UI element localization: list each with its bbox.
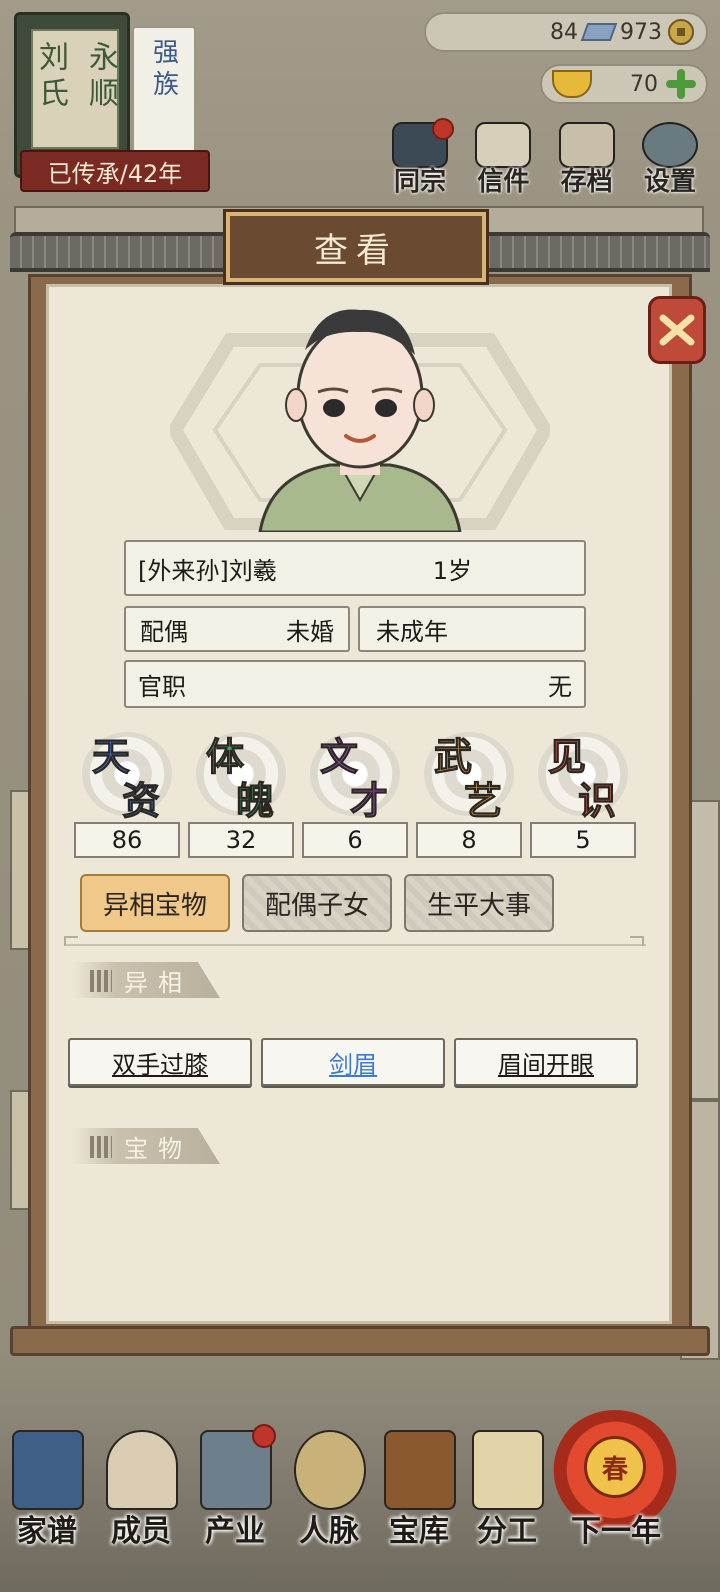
character-age: 1岁: [432, 556, 472, 585]
stat-value: 5: [530, 822, 636, 858]
family-name-label: 永顺 刘氏: [31, 29, 119, 149]
silver-ingot-icon: [580, 23, 618, 41]
coin-amount: 973: [620, 19, 662, 45]
gold-amount: 70: [630, 71, 658, 97]
family-name-line2: 刘氏: [33, 41, 68, 113]
menu-save-label: 存档: [560, 167, 613, 197]
stat-title-char: 魄: [235, 778, 275, 824]
traits-section-title: 异相: [124, 968, 192, 997]
tab-life-events[interactable]: 生平大事: [404, 874, 554, 932]
trait-button[interactable]: 剑眉: [261, 1038, 445, 1086]
adult-status: 未成年: [376, 617, 448, 646]
menu-letters-button[interactable]: 信件: [463, 118, 543, 198]
nav-treasury[interactable]: 宝库: [374, 1420, 464, 1550]
name-age-field: [外来孙]刘羲 1岁: [124, 540, 586, 596]
silver-amount: 84: [550, 19, 578, 45]
member-icon: [106, 1430, 178, 1510]
gold-bar: 70: [540, 64, 708, 104]
spouse-label: 配偶: [140, 617, 188, 646]
adult-status-field: 未成年: [358, 606, 586, 652]
menu-settings-button[interactable]: 设置: [630, 118, 710, 198]
clan-type-book: 强族: [132, 26, 196, 166]
nav-members[interactable]: 成员: [96, 1420, 186, 1550]
stat-value: 86: [74, 822, 180, 858]
treasures-section-header: 宝物: [72, 1128, 220, 1164]
stat-value: 8: [416, 822, 522, 858]
office-value: 无: [548, 672, 572, 701]
divider-corner: [630, 936, 644, 946]
nav-label: 宝库: [389, 1514, 449, 1549]
nav-label: 人脉: [299, 1514, 359, 1549]
spouse-field: 配偶 未婚: [124, 606, 350, 652]
nav-label: 下一年: [571, 1514, 661, 1549]
dialog-base-beam: [10, 1326, 710, 1356]
nav-label: 产业: [205, 1514, 265, 1549]
stat-knowledge: 见 识 5: [530, 726, 636, 858]
menu-clan-label: 同宗: [393, 167, 446, 197]
clan-type: 强族: [148, 38, 179, 102]
trait-button[interactable]: 双手过膝: [68, 1038, 252, 1086]
menu-clan-button[interactable]: 同宗: [380, 118, 460, 198]
nav-family-tree[interactable]: 家谱: [2, 1420, 92, 1550]
spouse-value: 未婚: [286, 617, 334, 646]
stat-title-char: 艺: [463, 778, 503, 824]
stat-value: 6: [302, 822, 408, 858]
stat-physique: 体 魄 32: [188, 726, 294, 858]
office-field: 官职 无: [124, 660, 586, 708]
treasury-icon: [384, 1430, 456, 1510]
stat-aptitude: 天 资 86: [74, 726, 180, 858]
nav-assignment[interactable]: 分工: [462, 1420, 552, 1550]
add-gold-icon[interactable]: [666, 69, 696, 99]
stat-literary: 文 才 6: [302, 726, 408, 858]
network-icon: [294, 1430, 366, 1510]
close-button[interactable]: [648, 296, 706, 364]
office-label: 官职: [138, 672, 186, 701]
tab-traits-treasures[interactable]: 异相宝物: [80, 874, 230, 932]
lattice-icon: [90, 1136, 112, 1158]
stat-title-char: 识: [577, 778, 617, 824]
divider-corner: [64, 936, 78, 946]
copper-coin-icon: [668, 19, 694, 45]
assignment-icon: [472, 1430, 544, 1510]
menu-letters-label: 信件: [477, 167, 530, 197]
nav-label: 家谱: [17, 1514, 77, 1549]
stat-title-char: 资: [121, 778, 161, 824]
top-menu: 同宗 信件 存档 设置: [380, 118, 710, 198]
stat-value: 32: [188, 822, 294, 858]
gold-ingot-icon: [552, 70, 592, 98]
character-portrait: [258, 309, 462, 532]
character-name: [外来孙]刘羲: [138, 556, 277, 585]
currency-bar: 84 973: [424, 12, 708, 52]
generation-ribbon: 已传承/42年: [20, 150, 210, 192]
nav-network[interactable]: 人脉: [284, 1420, 374, 1550]
notification-dot: [252, 1424, 276, 1448]
nav-label: 分工: [477, 1514, 537, 1549]
treasures-section-title: 宝物: [124, 1134, 192, 1163]
menu-settings-label: 设置: [643, 167, 696, 197]
attribute-stats: 天 资 86 体 魄 32 文 才 6 武 艺 8 见 识 5: [74, 726, 636, 858]
family-name-line1: 永顺: [83, 41, 118, 113]
lattice-icon: [90, 970, 112, 992]
section-divider: [64, 944, 646, 946]
nav-property[interactable]: 产业: [190, 1420, 280, 1550]
traits-section-header: 异相: [72, 962, 220, 998]
dialog-title: 查看: [223, 209, 489, 285]
close-icon: [659, 314, 695, 346]
trait-button[interactable]: 眉间开眼: [454, 1038, 638, 1086]
stat-title-char: 才: [349, 778, 389, 824]
notification-dot: [432, 118, 454, 140]
nav-next-year[interactable]: 下一年: [556, 1420, 676, 1550]
tab-spouse-children[interactable]: 配偶子女: [242, 874, 392, 932]
nav-label: 成员: [111, 1514, 171, 1549]
menu-save-button[interactable]: 存档: [547, 118, 627, 198]
stat-martial: 武 艺 8: [416, 726, 522, 858]
family-tree-icon: [12, 1430, 84, 1510]
